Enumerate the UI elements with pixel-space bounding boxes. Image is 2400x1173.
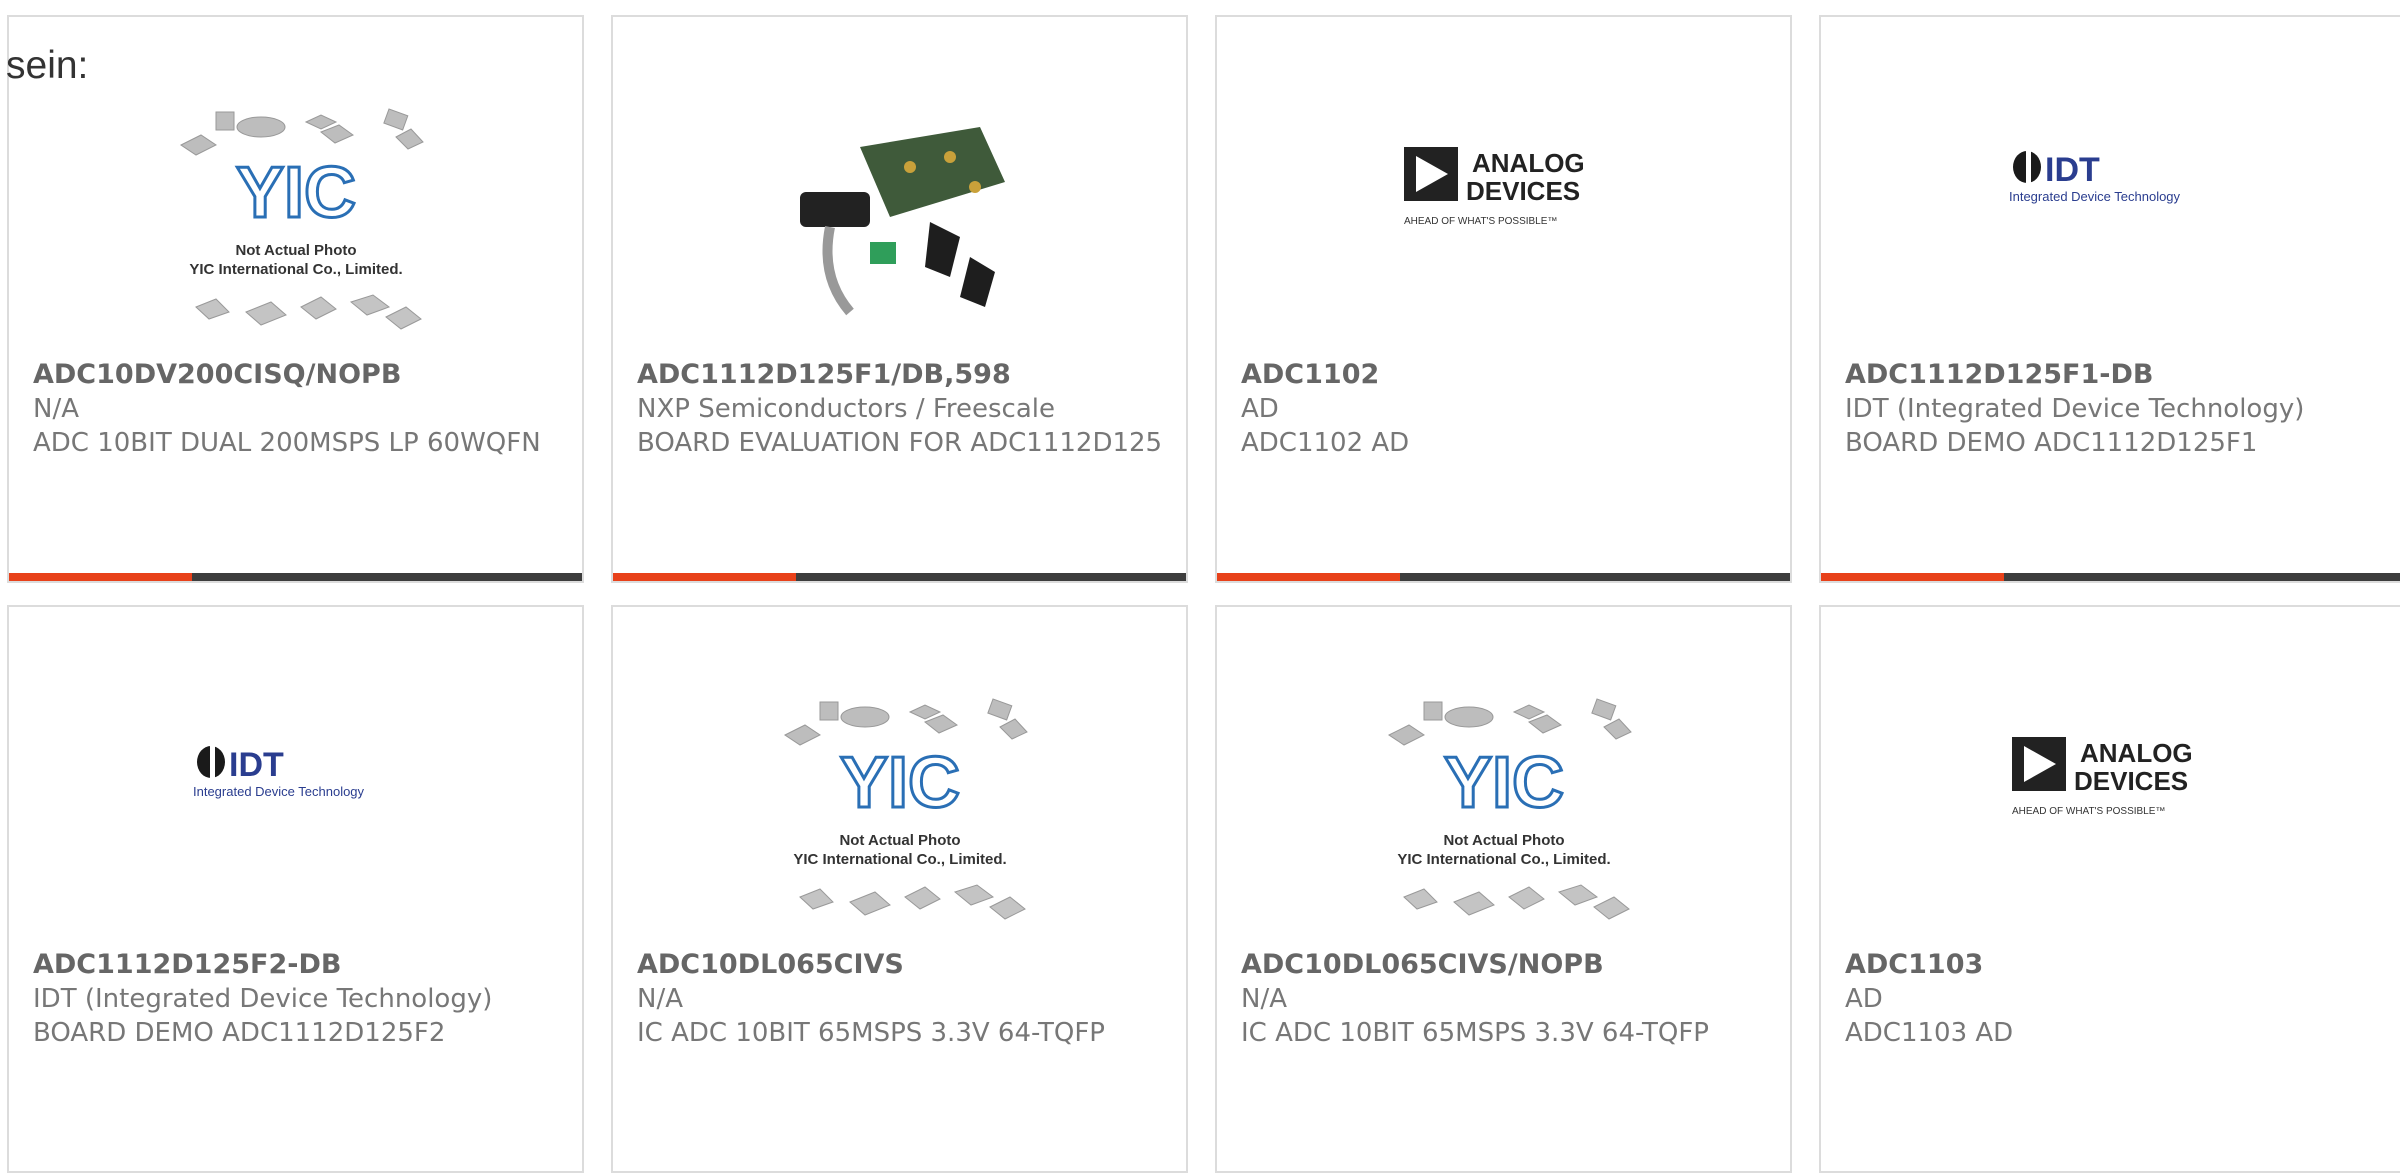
manufacturer: N/A [1241, 984, 1287, 1014]
svg-text:YIC: YIC [235, 153, 355, 233]
svg-text:YIC: YIC [839, 743, 959, 823]
product-card[interactable]: ANALOG DEVICES AHEAD OF WHAT'S POSSIBLE™… [1215, 15, 1792, 583]
product-image[interactable]: IDT Integrated Device Technology [1821, 77, 2400, 277]
card-bar-accent [1217, 573, 1400, 581]
svg-text:YIC International Co., Limited: YIC International Co., Limited. [189, 261, 402, 278]
card-bar-accent [1821, 573, 2004, 581]
manufacturer: IDT (Integrated Device Technology) [1845, 394, 2305, 424]
product-image[interactable] [613, 87, 1186, 367]
product-card[interactable]: IDT Integrated Device Technology ADC1112… [1819, 15, 2400, 583]
product-image[interactable]: IDT Integrated Device Technology [9, 667, 582, 877]
analog-devices-logo: ANALOG DEVICES AHEAD OF WHAT'S POSSIBLE™ [2011, 737, 2193, 817]
product-image[interactable]: YIC Not Actual Photo YIC International C… [9, 87, 582, 367]
part-number-link[interactable]: ADC10DL065CIVS [637, 947, 1166, 982]
product-card[interactable]: IDT Integrated Device Technology ADC1112… [7, 605, 584, 1173]
description: IC ADC 10BIT 65MSPS 3.3V 64-TQFP [1241, 1018, 1709, 1048]
product-image[interactable]: ANALOG DEVICES AHEAD OF WHAT'S POSSIBLE™ [1217, 77, 1790, 297]
manufacturer: N/A [33, 394, 79, 424]
svg-text:DEVICES: DEVICES [1466, 176, 1580, 206]
svg-text:ANALOG: ANALOG [1472, 148, 1585, 178]
card-bar [1821, 573, 2400, 581]
part-number-link[interactable]: ADC1112D125F1-DB [1845, 357, 2382, 392]
svg-text:Integrated Device Technology: Integrated Device Technology [193, 784, 365, 799]
product-image[interactable]: ANALOG DEVICES AHEAD OF WHAT'S POSSIBLE™ [1821, 667, 2400, 887]
manufacturer: IDT (Integrated Device Technology) [33, 984, 493, 1014]
card-bar-accent [613, 573, 796, 581]
yic-placeholder-image: YIC Not Actual Photo YIC International C… [783, 698, 1028, 920]
idt-logo: IDT Integrated Device Technology [2009, 151, 2181, 204]
description: ADC1103 AD [1845, 1018, 2014, 1048]
product-card[interactable]: YIC Not Actual Photo YIC International C… [1215, 605, 1792, 1173]
svg-text:Not Actual Photo: Not Actual Photo [235, 242, 356, 259]
svg-text:IDT: IDT [229, 746, 284, 784]
description: ADC1102 AD [1241, 428, 1410, 458]
manufacturer: AD [1241, 394, 1279, 424]
svg-text:AHEAD OF WHAT'S POSSIBLE™: AHEAD OF WHAT'S POSSIBLE™ [1404, 216, 1557, 227]
part-number-link[interactable]: ADC10DV200CISQ/NOPB [33, 357, 562, 392]
eval-kit-photo [799, 127, 1005, 316]
svg-text:IDT: IDT [2045, 151, 2100, 189]
svg-text:ANALOG: ANALOG [2080, 738, 2193, 768]
card-bar [9, 573, 582, 581]
svg-text:Integrated Device Technology: Integrated Device Technology [2009, 189, 2181, 204]
svg-text:Not Actual Photo: Not Actual Photo [839, 832, 960, 849]
intro-text: sein: [6, 44, 89, 87]
product-card[interactable]: ADC1112D125F1/DB,598 NXP Semiconductors … [611, 15, 1188, 583]
product-card[interactable]: YIC Not Actual Photo YIC International C… [611, 605, 1188, 1173]
description: BOARD DEMO ADC1112D125F2 [33, 1018, 446, 1048]
yic-placeholder-image: YIC Not Actual Photo YIC International C… [179, 108, 424, 330]
manufacturer: NXP Semiconductors / Freescale [637, 394, 1056, 424]
part-number-link[interactable]: ADC10DL065CIVS/NOPB [1241, 947, 1770, 982]
part-number-link[interactable]: ADC1103 [1845, 947, 2382, 982]
part-number-link[interactable]: ADC1102 [1241, 357, 1770, 392]
card-bar [1217, 573, 1790, 581]
part-number-link[interactable]: ADC1112D125F1/DB,598 [637, 357, 1166, 392]
manufacturer: N/A [637, 984, 683, 1014]
card-bar [613, 573, 1186, 581]
product-card[interactable]: YIC Not Actual Photo YIC International C… [7, 15, 584, 583]
svg-text:YIC International Co., Limited: YIC International Co., Limited. [793, 851, 1006, 868]
product-card[interactable]: ANALOG DEVICES AHEAD OF WHAT'S POSSIBLE™… [1819, 605, 2400, 1173]
svg-text:DEVICES: DEVICES [2074, 766, 2188, 796]
svg-text:Not Actual Photo: Not Actual Photo [1443, 832, 1564, 849]
description: BOARD DEMO ADC1112D125F1 [1845, 428, 2258, 458]
yic-placeholder-image: YIC Not Actual Photo YIC International C… [1387, 698, 1632, 920]
svg-text:YIC International Co., Limited: YIC International Co., Limited. [1397, 851, 1610, 868]
svg-text:YIC: YIC [1443, 743, 1563, 823]
product-image[interactable]: YIC Not Actual Photo YIC International C… [613, 677, 1186, 957]
idt-logo: IDT Integrated Device Technology [193, 746, 365, 799]
part-number-link[interactable]: ADC1112D125F2-DB [33, 947, 562, 982]
svg-text:AHEAD OF WHAT'S POSSIBLE™: AHEAD OF WHAT'S POSSIBLE™ [2012, 806, 2165, 817]
description: IC ADC 10BIT 65MSPS 3.3V 64-TQFP [637, 1018, 1105, 1048]
manufacturer: AD [1845, 984, 1883, 1014]
description: BOARD EVALUATION FOR ADC1112D125 [637, 428, 1163, 458]
card-bar-accent [9, 573, 192, 581]
description: ADC 10BIT DUAL 200MSPS LP 60WQFN [33, 428, 541, 458]
product-image[interactable]: YIC Not Actual Photo YIC International C… [1217, 677, 1790, 957]
analog-devices-logo: ANALOG DEVICES AHEAD OF WHAT'S POSSIBLE™ [1403, 147, 1585, 227]
